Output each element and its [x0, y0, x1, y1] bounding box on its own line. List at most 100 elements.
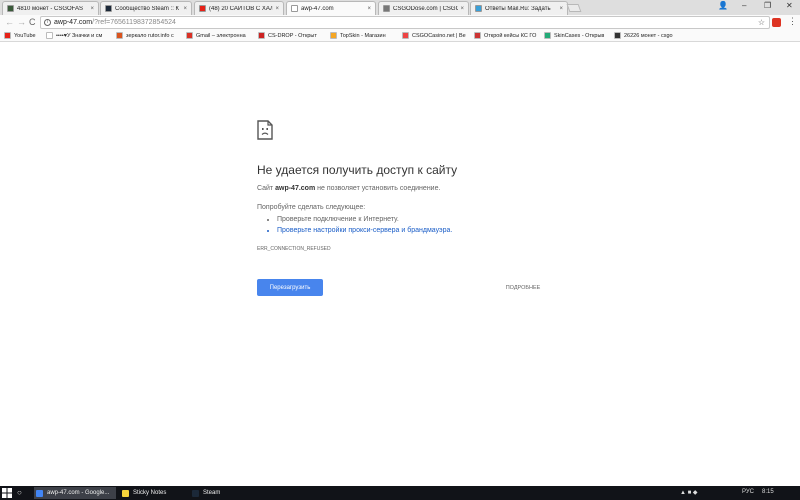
bookmark-label: 26226 монет - csgo	[624, 32, 673, 39]
reload-page-button[interactable]: Перезагрузить	[257, 279, 323, 296]
tab-title: (48) 20 САЙТОВ С ХАЛ	[209, 5, 274, 12]
taskbar-item-label: awp-47.com - Google...	[47, 490, 110, 496]
sad-page-icon	[257, 120, 273, 140]
bookmark-label: CSGOCasino.net | Be	[412, 32, 466, 39]
tab-favicon-icon	[291, 5, 298, 12]
reload-button[interactable]: C	[29, 17, 36, 27]
minimize-button[interactable]: –	[742, 1, 746, 10]
tab-close-icon[interactable]: ×	[275, 6, 279, 12]
taskbar-item[interactable]: Sticky Notes	[120, 487, 184, 499]
bookmark-favicon-icon	[330, 32, 337, 39]
bookmark-label: Открой кейсы КС ГО	[484, 32, 537, 39]
error-desc-suffix: не позволяет установить соединение.	[317, 185, 441, 192]
suggestions-list: Проверьте подключение к Интернету. Прове…	[277, 214, 452, 236]
tab-close-icon[interactable]: ×	[559, 6, 563, 12]
back-button[interactable]: ←	[5, 17, 14, 27]
tab-close-icon[interactable]: ×	[460, 6, 464, 12]
tab[interactable]: awp-47.com ×	[286, 1, 376, 15]
error-host: awp-47.com	[275, 185, 316, 192]
bookmark-item[interactable]: SkinCases - Открыв	[544, 32, 610, 39]
tab-title: awp-47.com	[301, 5, 334, 12]
tab-favicon-icon	[7, 5, 14, 12]
new-tab-button[interactable]	[566, 4, 582, 12]
toolbar: ← → C i awp-47.com /?ref=765611983728545…	[0, 15, 800, 30]
suggestion-check-proxy-link[interactable]: Проверьте настройки прокси-сервера и бра…	[277, 225, 452, 236]
search-icon[interactable]: ○	[17, 488, 22, 497]
tab-favicon-icon	[105, 5, 112, 12]
bookmark-favicon-icon	[544, 32, 551, 39]
taskbar-app-icon	[122, 489, 129, 497]
error-title: Не удается получить доступ к сайту	[257, 163, 458, 177]
taskbar-item-label: Steam	[203, 490, 221, 496]
bookmark-label: ••••♥У Значки и см	[56, 32, 103, 39]
bookmark-label: CS-DROP - Открыт	[268, 32, 317, 39]
taskbar-app-icon	[36, 489, 43, 497]
bookmark-favicon-icon	[402, 32, 409, 39]
bookmark-favicon-icon	[46, 32, 53, 39]
clock[interactable]: 8:15	[762, 489, 774, 495]
bookmark-label: YouTube	[14, 32, 36, 39]
tab[interactable]: (48) 20 САЙТОВ С ХАЛ ×	[194, 1, 284, 15]
bookmark-favicon-icon	[4, 32, 11, 39]
bookmarks-bar: YouTube ••••♥У Значки и см зеркало rutor.i…	[0, 30, 800, 42]
bookmark-favicon-icon	[614, 32, 621, 39]
url-path: /?ref=76561198372854524	[92, 19, 176, 26]
bookmark-item[interactable]: Открой кейсы КС ГО	[474, 32, 540, 39]
bookmark-item[interactable]: Gmail – электронна	[186, 32, 252, 39]
bookmark-label: SkinCases - Открыв	[554, 32, 605, 39]
suggestion-check-connection: Проверьте подключение к Интернету.	[277, 214, 452, 225]
menu-icon[interactable]: ⋮	[788, 16, 797, 27]
tab-strip: 4810 монет - CSGOFAS × Сообщество Steam ::…	[0, 0, 800, 15]
info-icon[interactable]: i	[44, 19, 51, 26]
taskbar-item[interactable]: awp-47.com - Google...	[34, 487, 116, 499]
bookmark-star-icon[interactable]: ☆	[758, 18, 765, 27]
details-button[interactable]: ПОДРОБНЕЕ	[494, 283, 552, 293]
suggestions-heading: Попробуйте сделать следующее:	[257, 204, 366, 211]
tab-title: Сообщество Steam :: К	[115, 5, 180, 12]
tab[interactable]: Ответы Mail.Ru: Задать ×	[470, 1, 568, 15]
tab-title: Ответы Mail.Ru: Задать	[485, 5, 551, 12]
bookmark-item[interactable]: YouTube	[4, 32, 44, 39]
extension-icon[interactable]	[772, 18, 781, 27]
address-bar[interactable]: i awp-47.com /?ref=76561198372854524 ☆	[40, 16, 770, 29]
taskbar-app-icon	[192, 489, 199, 497]
tab[interactable]: CSGODose.com | CSGO ×	[378, 1, 469, 15]
bookmark-label: зеркало rutor.info с	[126, 32, 174, 39]
tab-close-icon[interactable]: ×	[367, 6, 371, 12]
bookmark-label: Gmail – электронна	[196, 32, 246, 39]
forward-button[interactable]: →	[17, 17, 26, 27]
windows-start-icon[interactable]	[2, 488, 12, 498]
error-desc-prefix: Сайт	[257, 185, 274, 192]
url-host: awp-47.com	[54, 19, 93, 26]
bookmark-favicon-icon	[258, 32, 265, 39]
close-window-button[interactable]: ✕	[786, 1, 793, 10]
tray-icons[interactable]: ▲ ■ ◆	[680, 489, 698, 496]
error-code: ERR_CONNECTION_REFUSED	[257, 246, 331, 252]
tab-title: CSGODose.com | CSGO	[393, 5, 459, 12]
tab-favicon-icon	[199, 5, 206, 12]
bookmark-item[interactable]: зеркало rutor.info с	[116, 32, 182, 39]
tab-favicon-icon	[475, 5, 482, 12]
user-icon[interactable]: 👤	[718, 1, 728, 10]
tab-favicon-icon	[383, 5, 390, 12]
taskbar-item-label: Sticky Notes	[133, 490, 167, 496]
tab-title: 4810 монет - CSGOFAS	[17, 5, 84, 12]
bookmark-favicon-icon	[116, 32, 123, 39]
bookmark-item[interactable]: TopSkin - Магазин	[330, 32, 398, 39]
bookmark-item[interactable]: 26226 монет - csgo	[614, 32, 684, 39]
bookmark-favicon-icon	[186, 32, 193, 39]
tab[interactable]: 4810 монет - CSGOFAS ×	[2, 1, 99, 15]
bookmark-item[interactable]: CS-DROP - Открыт	[258, 32, 326, 39]
tab-close-icon[interactable]: ×	[183, 6, 187, 12]
bookmark-item[interactable]: CSGOCasino.net | Be	[402, 32, 470, 39]
tab[interactable]: Сообщество Steam :: К ×	[100, 1, 192, 15]
bookmark-favicon-icon	[474, 32, 481, 39]
bookmark-label: TopSkin - Магазин	[340, 32, 386, 39]
taskbar-item[interactable]: Steam	[190, 487, 240, 499]
language-indicator[interactable]: РУС	[742, 489, 754, 495]
error-description: Сайт awp-47.com не позволяет установить …	[257, 185, 440, 192]
bookmark-item[interactable]: ••••♥У Значки и см	[46, 32, 112, 39]
tab-close-icon[interactable]: ×	[90, 6, 94, 12]
restore-button[interactable]: ❐	[764, 1, 771, 10]
taskbar: ○ awp-47.com - Google... Sticky Notes Stea…	[0, 486, 800, 500]
